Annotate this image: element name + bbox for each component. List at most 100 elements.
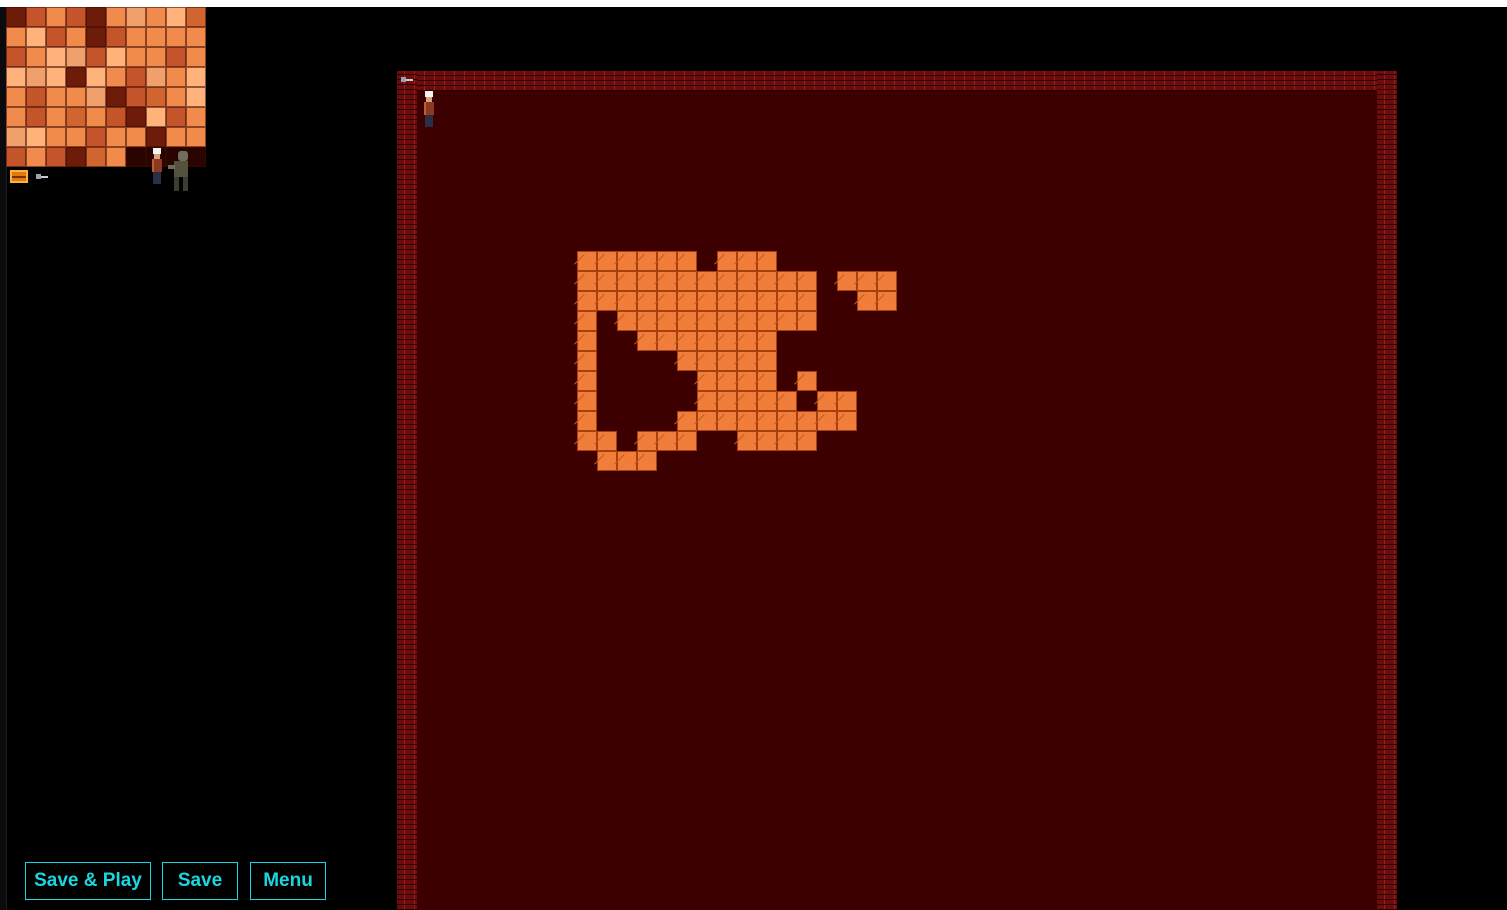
map-floor-tile[interactable]: [757, 371, 777, 391]
map-floor-tile[interactable]: [637, 291, 657, 311]
palette-tile[interactable]: [26, 87, 46, 107]
palette-tile[interactable]: [106, 47, 126, 67]
palette-tile[interactable]: [146, 7, 166, 27]
map-floor-tile[interactable]: [857, 271, 877, 291]
key-icon[interactable]: [36, 174, 48, 179]
palette-tile[interactable]: [46, 127, 66, 147]
brick-wall-right[interactable]: [1377, 71, 1397, 910]
map-floor-tile[interactable]: [637, 251, 657, 271]
palette-tile[interactable]: [66, 87, 86, 107]
map-floor-tile[interactable]: [577, 251, 597, 271]
menu-button[interactable]: Menu: [250, 862, 326, 900]
map-floor-tile[interactable]: [637, 451, 657, 471]
map-floor-tile[interactable]: [577, 271, 597, 291]
map-hero-sprite[interactable]: [422, 91, 436, 127]
palette-tile[interactable]: [126, 87, 146, 107]
map-floor-tile[interactable]: [617, 271, 637, 291]
palette-tile[interactable]: [126, 47, 146, 67]
map-floor-tile[interactable]: [677, 351, 697, 371]
palette-tile[interactable]: [106, 147, 126, 167]
palette-tile[interactable]: [66, 27, 86, 47]
palette-tile[interactable]: [26, 107, 46, 127]
treasure-chest-icon[interactable]: [10, 170, 28, 183]
map-floor-tile[interactable]: [697, 331, 717, 351]
palette-tile[interactable]: [146, 107, 166, 127]
palette-tile[interactable]: [166, 67, 186, 87]
map-floor-tile[interactable]: [597, 451, 617, 471]
palette-tile[interactable]: [186, 127, 206, 147]
level-map-canvas[interactable]: [397, 71, 1397, 910]
palette-tile[interactable]: [6, 7, 26, 27]
map-floor-tile[interactable]: [777, 311, 797, 331]
map-floor-tile[interactable]: [757, 411, 777, 431]
map-floor-tile[interactable]: [737, 431, 757, 451]
map-floor-tile[interactable]: [797, 271, 817, 291]
map-floor-tile[interactable]: [577, 371, 597, 391]
palette-tile[interactable]: [186, 7, 206, 27]
palette-tile[interactable]: [146, 87, 166, 107]
map-floor-tile[interactable]: [677, 251, 697, 271]
palette-tile[interactable]: [166, 87, 186, 107]
palette-tile[interactable]: [166, 7, 186, 27]
palette-tile[interactable]: [126, 127, 146, 147]
map-floor-tile[interactable]: [777, 431, 797, 451]
map-floor-tile[interactable]: [657, 271, 677, 291]
map-floor-tile[interactable]: [597, 431, 617, 451]
save-button[interactable]: Save: [162, 862, 238, 900]
map-floor-tile[interactable]: [637, 271, 657, 291]
map-floor-tile[interactable]: [777, 271, 797, 291]
map-floor-tile[interactable]: [737, 351, 757, 371]
map-floor-tile[interactable]: [757, 391, 777, 411]
brick-wall-top[interactable]: [397, 71, 1397, 91]
palette-tile[interactable]: [106, 127, 126, 147]
map-floor-tile[interactable]: [777, 391, 797, 411]
map-floor-tile[interactable]: [697, 311, 717, 331]
palette-tile[interactable]: [66, 7, 86, 27]
palette-tile[interactable]: [26, 27, 46, 47]
palette-tile[interactable]: [106, 27, 126, 47]
map-floor-tile[interactable]: [597, 271, 617, 291]
palette-tile[interactable]: [6, 107, 26, 127]
map-floor-tile[interactable]: [877, 291, 897, 311]
palette-tile[interactable]: [106, 107, 126, 127]
map-floor-tile[interactable]: [637, 331, 657, 351]
map-floor-tile[interactable]: [877, 271, 897, 291]
map-floor-tile[interactable]: [737, 391, 757, 411]
map-floor-tile[interactable]: [797, 291, 817, 311]
palette-tile[interactable]: [46, 87, 66, 107]
map-floor-tile[interactable]: [837, 271, 857, 291]
palette-tile[interactable]: [86, 87, 106, 107]
palette-tile[interactable]: [126, 27, 146, 47]
palette-tile[interactable]: [66, 107, 86, 127]
palette-tile[interactable]: [66, 147, 86, 167]
brick-wall-left[interactable]: [397, 71, 417, 910]
map-floor-tile[interactable]: [657, 291, 677, 311]
map-floor-tile[interactable]: [817, 391, 837, 411]
palette-tile[interactable]: [86, 107, 106, 127]
zombie-sprite-icon[interactable]: [168, 151, 194, 191]
map-floor-tile[interactable]: [777, 411, 797, 431]
map-floor-tile[interactable]: [697, 411, 717, 431]
palette-tile[interactable]: [166, 107, 186, 127]
map-floor-tile[interactable]: [697, 371, 717, 391]
map-floor-tile[interactable]: [697, 291, 717, 311]
map-floor-tile[interactable]: [657, 311, 677, 331]
palette-tile[interactable]: [26, 67, 46, 87]
map-floor-tile[interactable]: [597, 251, 617, 271]
map-floor-tile[interactable]: [837, 411, 857, 431]
palette-tile[interactable]: [46, 147, 66, 167]
map-floor-tile[interactable]: [757, 291, 777, 311]
map-floor-tile[interactable]: [617, 311, 637, 331]
palette-tile[interactable]: [86, 67, 106, 87]
map-floor-tile[interactable]: [757, 311, 777, 331]
map-floor-tile[interactable]: [717, 371, 737, 391]
palette-tile[interactable]: [186, 107, 206, 127]
map-floor-tile[interactable]: [797, 411, 817, 431]
map-floor-tile[interactable]: [837, 391, 857, 411]
map-floor-tile[interactable]: [577, 431, 597, 451]
palette-tile[interactable]: [106, 67, 126, 87]
map-floor-tile[interactable]: [657, 431, 677, 451]
map-floor-tile[interactable]: [617, 291, 637, 311]
map-floor-tile[interactable]: [737, 291, 757, 311]
palette-tile[interactable]: [26, 47, 46, 67]
